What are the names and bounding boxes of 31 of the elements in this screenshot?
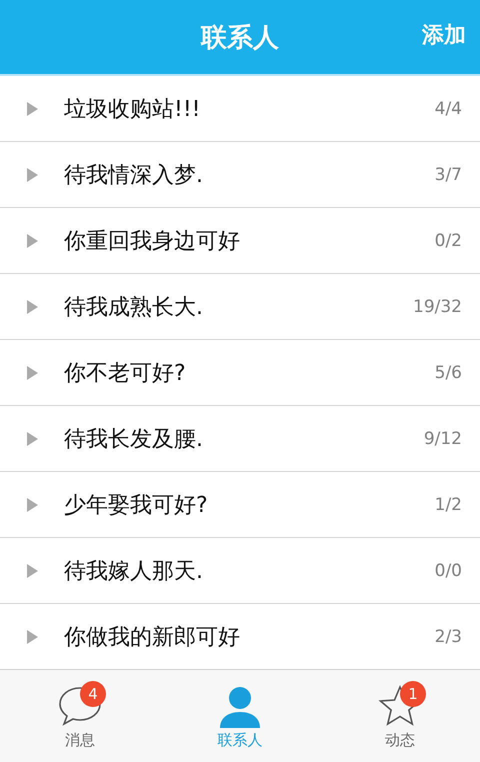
contact-group-row[interactable]: 待我嫁人那天. 0/0 xyxy=(0,538,480,604)
group-name: 你重回我身边可好 xyxy=(64,228,241,256)
group-name: 你做我的新郎可好 xyxy=(64,624,241,652)
group-name: 待我嫁人那天. xyxy=(64,558,204,586)
contact-group-row[interactable]: 垃圾收购站!!! 4/4 xyxy=(0,76,480,142)
contact-group-row[interactable]: 少年娶我可好? 1/2 xyxy=(0,472,480,538)
online-count: 0/0 xyxy=(434,560,462,580)
tab[interactable]: 4 消息 xyxy=(0,670,160,762)
contact-group-row[interactable]: 待我长发及腰. 9/12 xyxy=(0,406,480,472)
online-count: 9/12 xyxy=(424,428,462,448)
contact-group-row[interactable]: 待我成熟长大. 19/32 xyxy=(0,274,480,340)
online-count: 1/2 xyxy=(434,494,462,514)
online-count: 19/32 xyxy=(413,296,462,316)
unread-badge: 1 xyxy=(400,680,426,706)
group-name: 少年娶我可好? xyxy=(64,492,209,520)
contact-group-row[interactable]: 你重回我身边可好 0/2 xyxy=(0,208,480,274)
contact-group-row[interactable]: 待我情深入梦. 3/7 xyxy=(0,142,480,208)
group-name: 待我情深入梦. xyxy=(64,162,204,190)
group-name: 垃圾收购站!!! xyxy=(64,96,202,124)
unread-badge: 4 xyxy=(80,680,106,706)
online-count: 2/3 xyxy=(434,626,462,646)
online-count: 0/2 xyxy=(434,230,462,250)
group-name: 你不老可好? xyxy=(64,360,187,388)
tab[interactable]: 1 动态 xyxy=(320,670,480,762)
group-name: 待我成熟长大. xyxy=(64,294,204,322)
online-count: 4/4 xyxy=(434,98,462,118)
online-count: 5/6 xyxy=(434,362,462,382)
page-title: 联系人 xyxy=(201,22,279,54)
online-count: 3/7 xyxy=(434,164,462,184)
group-name: 待我长发及腰. xyxy=(64,426,204,454)
contact-group-row[interactable]: 你不老可好? 5/6 xyxy=(0,340,480,406)
